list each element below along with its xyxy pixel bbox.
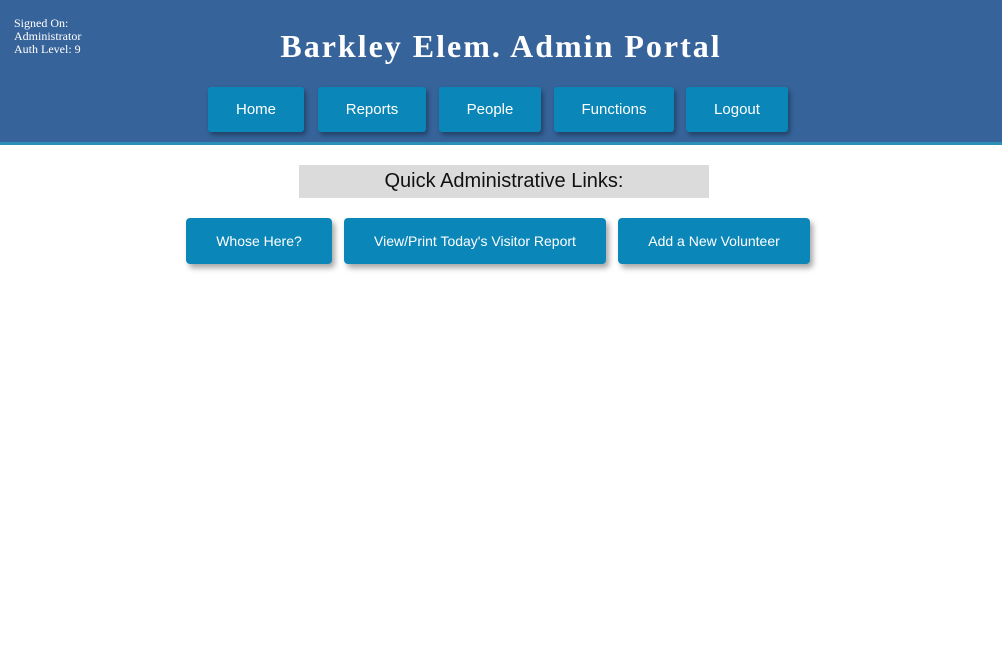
- page-title: Barkley Elem. Admin Portal: [280, 28, 722, 64]
- nav-reports-button[interactable]: Reports: [318, 87, 426, 132]
- add-volunteer-button[interactable]: Add a New Volunteer: [618, 218, 810, 264]
- header-bar: Signed On: Administrator Auth Level: 9 B…: [0, 0, 1002, 145]
- main-nav: Home Reports People Functions Logout: [0, 87, 1002, 133]
- nav-people-button[interactable]: People: [439, 87, 541, 132]
- nav-home-button[interactable]: Home: [208, 87, 304, 132]
- nav-functions-button[interactable]: Functions: [554, 87, 674, 132]
- whose-here-button[interactable]: Whose Here?: [186, 218, 332, 264]
- visitor-report-button[interactable]: View/Print Today's Visitor Report: [344, 218, 606, 264]
- nav-logout-button[interactable]: Logout: [686, 87, 788, 132]
- quick-links-heading: Quick Administrative Links:: [299, 165, 709, 198]
